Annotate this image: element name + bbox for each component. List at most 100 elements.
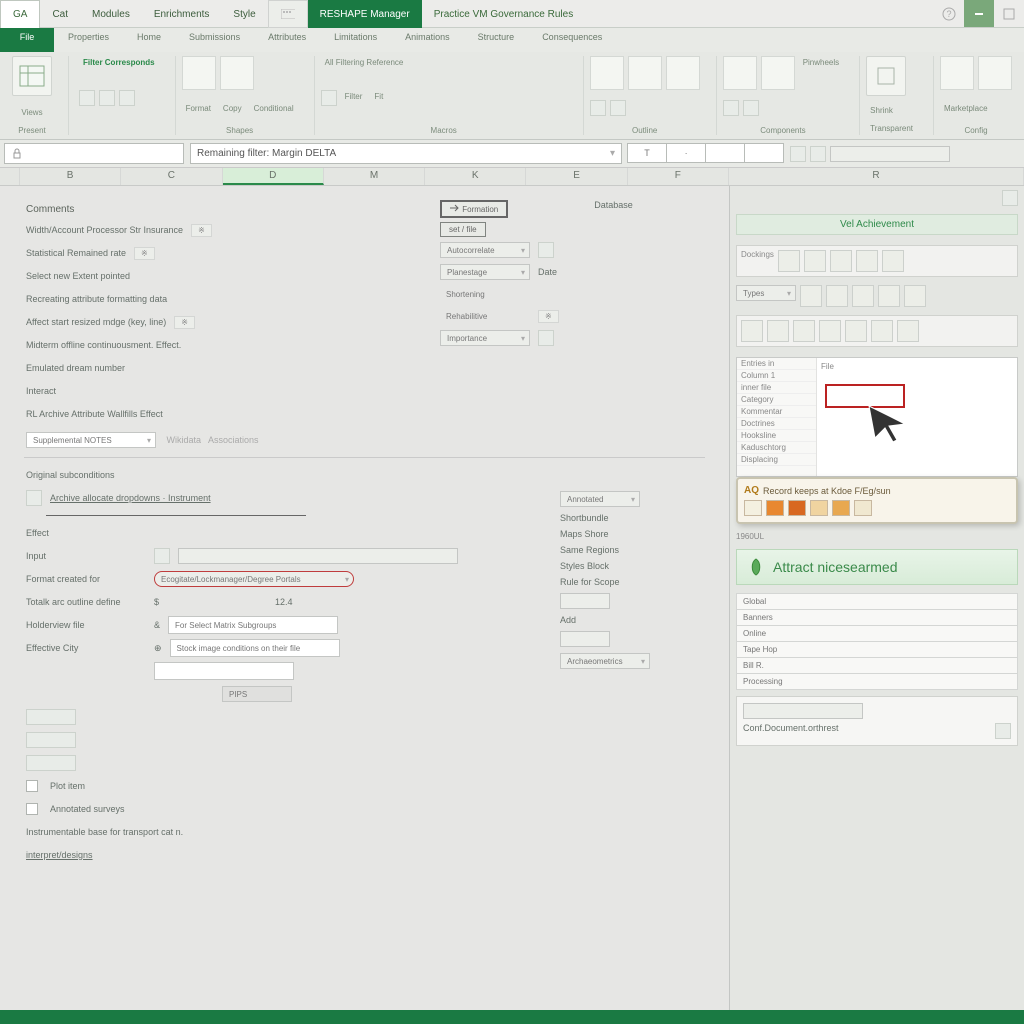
mkt-t2[interactable] bbox=[978, 56, 1012, 90]
seg-3[interactable] bbox=[705, 143, 745, 163]
outline-t3[interactable] bbox=[666, 56, 700, 90]
sp-f4[interactable] bbox=[878, 285, 900, 307]
views-button[interactable] bbox=[12, 56, 52, 96]
file-tab-2[interactable]: Modules bbox=[80, 0, 142, 28]
f7-input[interactable] bbox=[154, 662, 294, 680]
help-button[interactable]: ? bbox=[934, 0, 964, 27]
conditional-btn[interactable]: Conditional bbox=[250, 102, 298, 115]
sp-r2-6[interactable] bbox=[871, 320, 893, 342]
flag-a4[interactable]: ※ bbox=[174, 316, 195, 329]
pl-6[interactable]: Hooksline bbox=[737, 430, 816, 442]
shrink-btn[interactable] bbox=[866, 56, 906, 96]
macro-ico-1[interactable] bbox=[321, 90, 337, 106]
ribbon-tab-4[interactable]: Attributes bbox=[254, 28, 320, 52]
cbtn-0[interactable]: Annotated bbox=[560, 491, 640, 507]
c2-pair1a[interactable]: Autocorrelate bbox=[440, 242, 530, 258]
file-tab-3[interactable]: Enrichments bbox=[142, 0, 222, 28]
shape-thumb-2[interactable] bbox=[220, 56, 254, 90]
sl2-0[interactable]: Global bbox=[736, 593, 1018, 610]
ribbon-tab-7[interactable]: Structure bbox=[464, 28, 529, 52]
strip-3[interactable] bbox=[26, 755, 76, 771]
col-m[interactable]: M bbox=[324, 168, 425, 185]
link2[interactable]: interpret/designs bbox=[26, 850, 93, 860]
col-b[interactable]: B bbox=[20, 168, 121, 185]
seg-1[interactable]: T bbox=[627, 143, 667, 163]
sp-r2-5[interactable] bbox=[845, 320, 867, 342]
chk-plot[interactable] bbox=[26, 780, 38, 792]
sw-5[interactable] bbox=[832, 500, 850, 516]
file-tab-4[interactable]: Style bbox=[221, 0, 267, 28]
sp-tool-1[interactable] bbox=[778, 250, 800, 272]
pl-1[interactable]: Column 1 bbox=[737, 370, 816, 382]
sp-tool-2[interactable] bbox=[804, 250, 826, 272]
mkt-t1[interactable] bbox=[940, 56, 974, 90]
attract-banner[interactable]: Attract nicesearmed bbox=[736, 549, 1018, 585]
ribbon-tab-2[interactable]: Home bbox=[123, 28, 175, 52]
bottom-drop[interactable] bbox=[743, 703, 863, 719]
outline-link[interactable]: Archive allocate dropdowns · Instrument bbox=[50, 493, 211, 503]
sl2-1[interactable]: Banners bbox=[736, 610, 1018, 626]
worksheet[interactable]: Comments Width/Account Processor Str Ins… bbox=[0, 186, 729, 1010]
file-tab-5[interactable] bbox=[268, 0, 308, 28]
c2-pair5a[interactable]: Importance bbox=[440, 330, 530, 346]
cbtn-8[interactable] bbox=[560, 631, 610, 647]
bottom-expand-icon[interactable] bbox=[995, 723, 1011, 739]
ribbon-tab-3[interactable]: Submissions bbox=[175, 28, 254, 52]
col-k[interactable]: K bbox=[425, 168, 526, 185]
ribbon-tab-file[interactable]: File bbox=[0, 28, 54, 52]
sl2-5[interactable]: Processing bbox=[736, 674, 1018, 690]
c2-p4c[interactable]: ※ bbox=[538, 310, 559, 323]
flag-a1[interactable]: ※ bbox=[134, 247, 155, 260]
sw-2[interactable] bbox=[766, 500, 784, 516]
outline-i2[interactable] bbox=[610, 100, 626, 116]
sp-f5[interactable] bbox=[904, 285, 926, 307]
sp-collapse-icon[interactable] bbox=[1002, 190, 1018, 206]
f5-input[interactable] bbox=[168, 616, 338, 634]
macro-filter[interactable]: Filter bbox=[341, 90, 367, 106]
outline-t1[interactable] bbox=[590, 56, 624, 90]
cbtn-9[interactable]: Archaeometrics bbox=[560, 653, 650, 669]
seg-2[interactable]: ∙ bbox=[666, 143, 706, 163]
pl-8[interactable]: Displacing bbox=[737, 454, 816, 466]
pl-2[interactable]: inner file bbox=[737, 382, 816, 394]
ribbon-tab-5[interactable]: Limitations bbox=[320, 28, 391, 52]
outline-i1[interactable] bbox=[590, 100, 606, 116]
sl2-4[interactable]: Bill R. bbox=[736, 658, 1018, 674]
pl-5[interactable]: Doctrines bbox=[737, 418, 816, 430]
sp-r2-4[interactable] bbox=[819, 320, 841, 342]
pips-button[interactable]: PIPS bbox=[222, 686, 292, 702]
minimize-button[interactable] bbox=[964, 0, 994, 27]
sl2-2[interactable]: Online bbox=[736, 626, 1018, 642]
filter-icon-2[interactable] bbox=[99, 90, 115, 106]
sp-r2-1[interactable] bbox=[741, 320, 763, 342]
ribbon-tab-8[interactable]: Consequences bbox=[528, 28, 616, 52]
sp-tool-3[interactable] bbox=[830, 250, 852, 272]
filter-icon-3[interactable] bbox=[119, 90, 135, 106]
sp-r2-7[interactable] bbox=[897, 320, 919, 342]
sp-tool-4[interactable] bbox=[856, 250, 878, 272]
sl2-3[interactable]: Tape Hop bbox=[736, 642, 1018, 658]
sw-3[interactable] bbox=[788, 500, 806, 516]
sw-4[interactable] bbox=[810, 500, 828, 516]
file-tab-7[interactable]: Practice VM Governance Rules bbox=[422, 0, 586, 28]
sp-f1[interactable] bbox=[800, 285, 822, 307]
outline-icon[interactable] bbox=[26, 490, 42, 506]
ribbon-tab-1[interactable]: Properties bbox=[54, 28, 123, 52]
pl-7[interactable]: Kaduschtorg bbox=[737, 442, 816, 454]
copy-btn[interactable]: Copy bbox=[219, 102, 246, 115]
chk-annotated[interactable] bbox=[26, 803, 38, 815]
sp-f2[interactable] bbox=[826, 285, 848, 307]
sp-tool-5[interactable] bbox=[882, 250, 904, 272]
ribbon-tab-6[interactable]: Animations bbox=[391, 28, 464, 52]
pl-0[interactable]: Entries in bbox=[737, 358, 816, 370]
comp-i2[interactable] bbox=[743, 100, 759, 116]
supplemental-notes-btn[interactable]: Supplemental NOTES bbox=[26, 432, 156, 448]
comp-t1[interactable] bbox=[723, 56, 757, 90]
sp-f3[interactable] bbox=[852, 285, 874, 307]
sw-6[interactable] bbox=[854, 500, 872, 516]
sp-r2-2[interactable] bbox=[767, 320, 789, 342]
sp-filter[interactable]: Types bbox=[736, 285, 796, 301]
col-c[interactable]: C bbox=[121, 168, 222, 185]
shape-thumb-1[interactable] bbox=[182, 56, 216, 90]
name-box[interactable] bbox=[4, 143, 184, 164]
